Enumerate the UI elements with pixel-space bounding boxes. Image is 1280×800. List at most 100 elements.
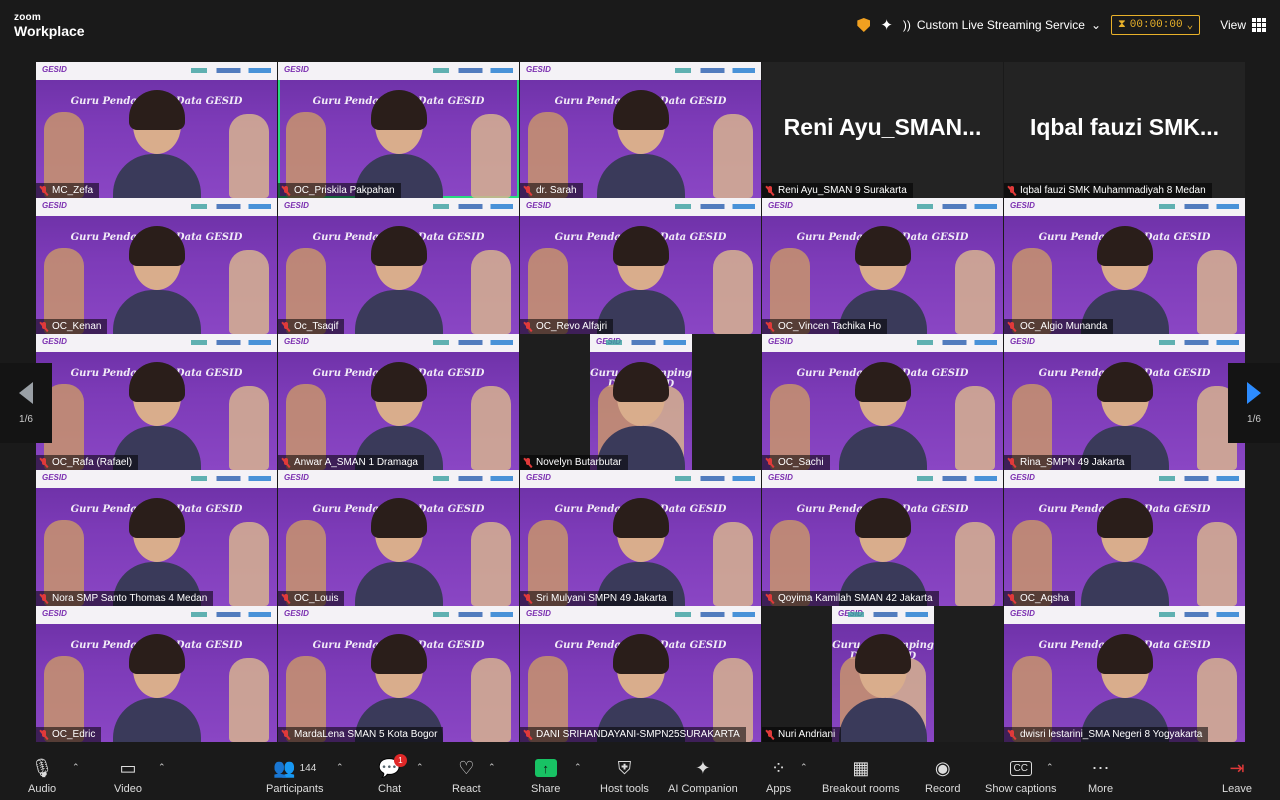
ai-companion-button[interactable]: ✦ AI Companion: [668, 756, 738, 796]
sponsor-logos: [917, 204, 997, 209]
participant-tile[interactable]: GESID Guru Pendamping Data GESID Qoyima …: [762, 470, 1003, 606]
participant-tile[interactable]: GESID Guru Pendamping Data GESID Oc_Tsaq…: [278, 198, 519, 334]
microphone-muted-icon: [766, 729, 774, 740]
participant-tile[interactable]: GESID Guru Pendamping Data GESID OC_Sach…: [762, 334, 1003, 470]
participant-tile[interactable]: GESID Guru Pendamping Data GESID dr. Sar…: [520, 62, 761, 198]
participant-tile[interactable]: GESID Guru Pendamping Data GESID OC_Revo…: [520, 198, 761, 334]
participant-tile[interactable]: GESID Guru Pendamping Data GESID OC_Edri…: [36, 606, 277, 742]
background-figure: [955, 250, 995, 334]
more-label: More: [1088, 783, 1114, 795]
more-icon: ⋯: [1091, 757, 1110, 778]
gesid-logo: GESID: [1010, 473, 1035, 482]
participant-name-label: OC_Rafa (Rafael): [36, 455, 139, 470]
participant-tile[interactable]: GESID Guru Pendamping Data GESID Rina_SM…: [1004, 334, 1245, 470]
participant-video: [112, 362, 201, 470]
event-header-band: GESID: [36, 334, 277, 352]
participant-video: [838, 362, 927, 470]
participant-tile[interactable]: GESID Guru Pendamping Data GESID MardaLe…: [278, 606, 519, 742]
participant-name: OC_Algio Munanda: [1020, 321, 1108, 332]
participant-name: Rina_SMPN 49 Jakarta: [1020, 457, 1125, 468]
participants-label: Participants: [266, 783, 324, 795]
participant-name: OC_Priskila Pakpahan: [294, 185, 395, 196]
participant-tile[interactable]: GESID Guru Pendamping Data GESID Novelyn…: [520, 334, 761, 470]
record-button[interactable]: ◉ Record: [925, 756, 960, 796]
participant-tile[interactable]: GESID Guru Pendamping Data GESID OC_Algi…: [1004, 198, 1245, 334]
more-button[interactable]: ⋯ More: [1088, 756, 1114, 796]
participant-video: [112, 90, 201, 198]
participant-tile[interactable]: Iqbal fauzi SMK... Iqbal fauzi SMK Muhamm…: [1004, 62, 1245, 198]
participant-tile[interactable]: GESID Guru Pendamping Data GESID OC_Aqsh…: [1004, 470, 1245, 606]
gesid-logo: GESID: [42, 609, 67, 618]
leave-button[interactable]: ⇥ Leave: [1222, 756, 1252, 796]
captions-options-caret[interactable]: ⌃: [1046, 762, 1054, 773]
microphone-muted-icon: [1008, 185, 1016, 196]
participant-tile[interactable]: GESID Guru Pendamping Data GESID Anwar A…: [278, 334, 519, 470]
previous-page-button[interactable]: 1/6: [0, 363, 52, 443]
event-header-band: GESID: [36, 198, 277, 216]
microphone-muted-icon: [1008, 457, 1016, 468]
participant-tile[interactable]: GESID Guru Pendamping Data GESID OC_Rafa…: [36, 334, 277, 470]
participant-tile[interactable]: GESID Guru Pendamping Data GESID MC_Zefa: [36, 62, 277, 198]
participant-name-label: Oc_Tsaqif: [278, 319, 345, 334]
event-header-band: GESID: [520, 198, 761, 216]
chat-button[interactable]: 💬 1 Chat: [378, 754, 407, 795]
next-page-button[interactable]: 1/6: [1228, 363, 1280, 443]
gesid-logo: GESID: [1010, 201, 1035, 210]
apps-button[interactable]: ⁘ Apps: [766, 756, 791, 796]
sponsor-logos: [1159, 612, 1239, 617]
rss-icon: )): [902, 18, 911, 32]
participants-button[interactable]: 👥 144 Participants: [266, 756, 324, 796]
participant-video: [354, 362, 443, 470]
live-streaming-menu[interactable]: )) Custom Live Streaming Service ⌄: [903, 18, 1101, 32]
breakout-rooms-button[interactable]: ▦ Breakout rooms: [822, 756, 900, 796]
participant-tile[interactable]: GESID Guru Pendamping Data GESID OC_Loui…: [278, 470, 519, 606]
video-button[interactable]: ▭ Video: [114, 756, 142, 796]
sponsor-logos: [191, 612, 271, 617]
gesid-logo: GESID: [42, 337, 67, 346]
apps-icon: ⁘: [770, 757, 787, 778]
share-options-caret[interactable]: ⌃: [574, 762, 582, 773]
participant-name: OC_Vincen Tachika Ho: [778, 321, 882, 332]
participant-video: [1080, 226, 1169, 334]
react-button[interactable]: ♡ React: [452, 756, 481, 796]
microphone-muted-icon: [1008, 593, 1016, 604]
audio-button[interactable]: 🎙 Audio: [28, 756, 56, 796]
shield-icon[interactable]: [857, 18, 871, 32]
participant-tile[interactable]: Reni Ayu_SMAN... Reni Ayu_SMAN 9 Surakart…: [762, 62, 1003, 198]
share-button[interactable]: ↑ Share: [531, 756, 560, 795]
participant-tile[interactable]: GESID Guru Pendamping Data GESID Nuri An…: [762, 606, 1003, 742]
participant-name: OC_Revo Alfajri: [536, 321, 608, 332]
participant-name-label: Novelyn Butarbutar: [520, 455, 628, 470]
host-tools-button[interactable]: ⛨ Host tools: [600, 756, 649, 796]
sponsor-logos: [1159, 476, 1239, 481]
background-figure: [471, 658, 511, 742]
sponsor-logos: [917, 476, 997, 481]
page-indicator-right: 1/6: [1247, 413, 1261, 425]
video-options-caret[interactable]: ⌃: [158, 762, 166, 773]
react-options-caret[interactable]: ⌃: [488, 762, 496, 773]
participant-tile[interactable]: GESID Guru Pendamping Data GESID OC_Kena…: [36, 198, 277, 334]
participant-name-label: OC_Priskila Pakpahan: [278, 183, 401, 198]
microphone-muted-icon: [766, 457, 774, 468]
grid-icon: [1252, 18, 1266, 32]
view-button[interactable]: View: [1220, 18, 1266, 32]
participant-tile[interactable]: GESID Guru Pendamping Data GESID Sri Mul…: [520, 470, 761, 606]
participant-name: Reni Ayu_SMAN 9 Surakarta: [778, 185, 907, 196]
meeting-timer[interactable]: ⧗ 00:00:00 ⌄: [1111, 15, 1201, 35]
participant-tile[interactable]: GESID Guru Pendamping Data GESID Nora SM…: [36, 470, 277, 606]
participant-display-name: Iqbal fauzi SMK...: [1029, 114, 1220, 140]
participant-tile[interactable]: GESID Guru Pendamping Data GESID OC_Vinc…: [762, 198, 1003, 334]
participant-tile[interactable]: GESID Guru Pendamping Data GESID OC_Pris…: [278, 62, 519, 198]
event-header-band: GESID: [1004, 334, 1245, 352]
chat-options-caret[interactable]: ⌃: [416, 762, 424, 773]
sparkle-icon[interactable]: ✦: [880, 16, 893, 34]
participant-name: dwisri lestarini_SMA Negeri 8 Yogyakarta: [1020, 729, 1203, 740]
participant-video: [1080, 498, 1169, 606]
apps-options-caret[interactable]: ⌃: [800, 762, 808, 773]
participant-tile[interactable]: GESID Guru Pendamping Data GESID dwisri …: [1004, 606, 1245, 742]
participant-tile[interactable]: GESID Guru Pendamping Data GESID DANI SR…: [520, 606, 761, 742]
participants-options-caret[interactable]: ⌃: [336, 762, 344, 773]
audio-options-caret[interactable]: ⌃: [72, 762, 80, 773]
event-header-band: GESID: [278, 198, 519, 216]
event-header-band: GESID: [278, 62, 519, 80]
